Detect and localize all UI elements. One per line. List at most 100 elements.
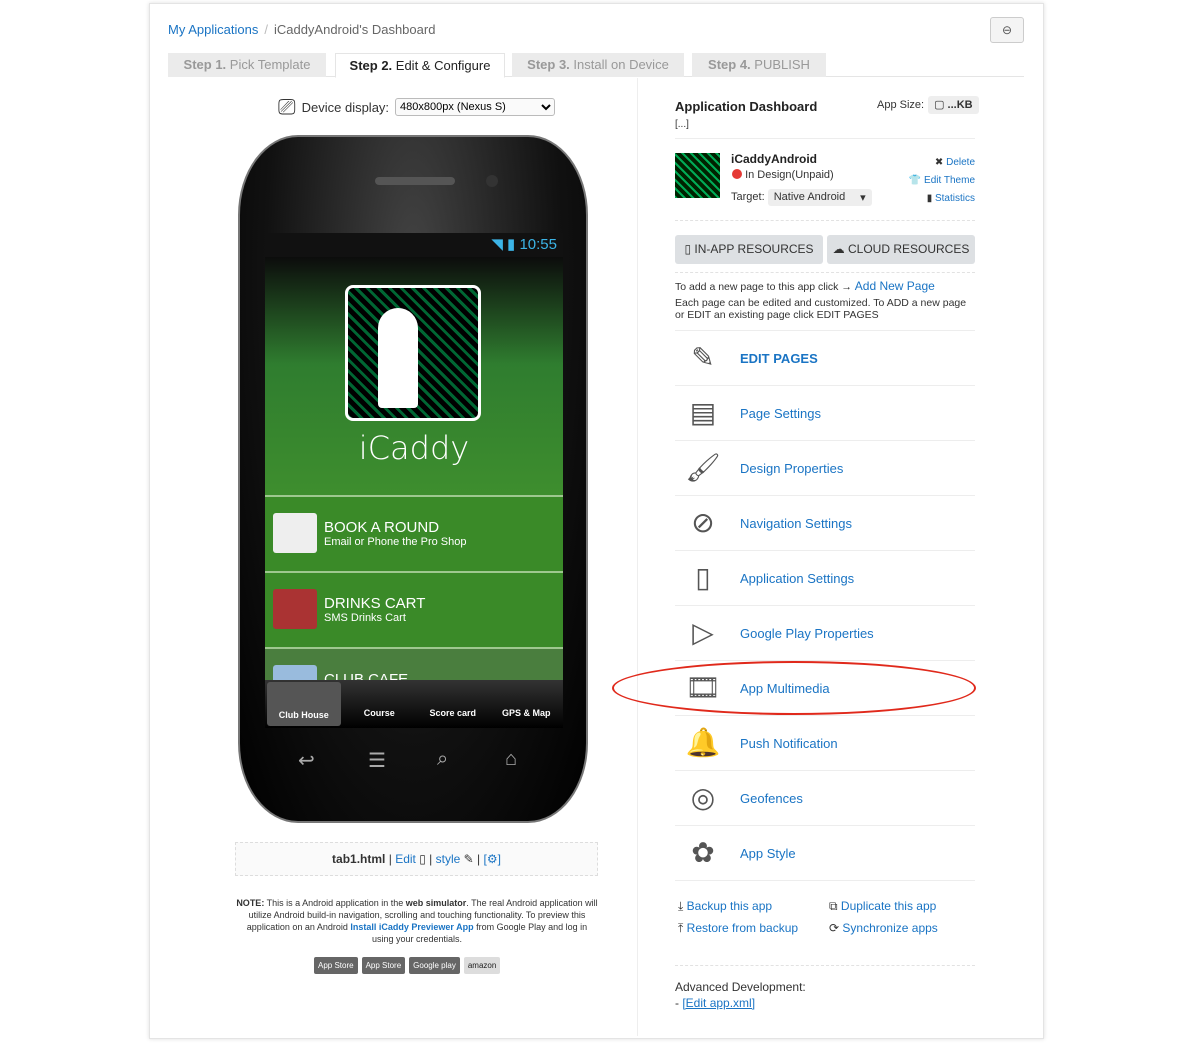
device-display-label: Device display: [301, 99, 390, 115]
speaker-grille [375, 177, 455, 185]
app-tools: ⧉ Duplicate this app ⟳ Synchronize apps [829, 895, 938, 939]
phone-tab-score-card[interactable]: Score card [416, 680, 490, 728]
breadcrumb-my-applications[interactable]: My Applications [168, 22, 258, 37]
sync-icon: ⟳ [829, 921, 840, 935]
breadcrumb: My Applications / iCaddyAndroid's Dashboar… [168, 22, 435, 37]
download-icon: ⤓ [678, 899, 684, 913]
cloud-icon: ☁ [832, 242, 845, 256]
tab-step-4[interactable]: Step 4. PUBLISH [692, 53, 826, 77]
status-text: In Design(Unpaid) [745, 169, 834, 181]
menu-item-push-notification[interactable]: 🔔 Push Notification [675, 716, 975, 771]
ipad-app-store-badge[interactable]: App Store [361, 957, 406, 974]
phone-tab-club-house[interactable]: Club House [267, 682, 341, 726]
backup-link[interactable]: Backup this app [687, 899, 772, 913]
menu-item-page-settings[interactable]: ▤ Page Settings [675, 386, 975, 441]
highlight-ellipse [612, 661, 976, 715]
menu-icon[interactable]: ☰ [368, 748, 386, 773]
home-icon[interactable]: ⌂ [505, 748, 517, 771]
back-icon[interactable]: ↩ [298, 748, 315, 773]
breadcrumb-current: iCaddyAndroid's Dashboard [273, 22, 436, 37]
pencil-icon: ✎ [691, 342, 715, 373]
geofence-icon: ◎ [690, 782, 716, 813]
app-thumbnail [675, 153, 720, 198]
breadcrumb-separator: / [264, 22, 268, 37]
edit-theme-link[interactable]: Edit Theme [924, 175, 975, 186]
synchronize-link[interactable]: Synchronize apps [842, 921, 937, 935]
google-play-badge[interactable]: Google play [409, 957, 460, 974]
note-bold: web simulator [405, 898, 467, 908]
wifi-battery-icon: ◥ ▮ [491, 236, 520, 253]
tab-label: Pick Template [229, 57, 311, 72]
tshirt-icon: 👕 [908, 175, 922, 186]
page-settings-icon: ▤ [689, 397, 717, 428]
phone-tab-gps-map[interactable]: GPS & Map [490, 680, 564, 728]
link-button[interactable]: ⊖ [990, 17, 1024, 43]
add-page-text: To add a new page to this app click → Ad… [675, 279, 975, 293]
iphone-app-store-badge[interactable]: App Store [314, 957, 358, 974]
upload-icon: ⤒ [678, 921, 684, 935]
in-app-resources-button[interactable]: ▯ IN-APP RESOURCES [675, 235, 823, 264]
tab-step-3[interactable]: Step 3. Install on Device [512, 53, 684, 77]
list-item[interactable]: BOOK A ROUND Email or Phone the Pro Shop [265, 495, 563, 571]
menu-item-design-properties[interactable]: 🖌 Design Properties [675, 441, 975, 496]
delete-link[interactable]: Delete [946, 157, 975, 168]
device-display: ⎚ Device display: 480x800px (Nexus S) [278, 94, 556, 120]
statistics-link[interactable]: Statistics [935, 193, 975, 204]
app-size-number: ...KB [947, 99, 973, 111]
tab-step-1[interactable]: Step 1. Pick Template [168, 53, 326, 77]
previewer-link[interactable]: Install iCaddy Previewer App [350, 922, 473, 932]
settings-link[interactable]: [⚙] [484, 852, 501, 866]
bell-icon: 🔔 [685, 727, 721, 758]
advanced-development-label: Advanced Development: [675, 980, 806, 994]
tab-step-number: Step 3. [527, 57, 570, 72]
device-select[interactable]: 480x800px (Nexus S) [395, 98, 556, 116]
step-tabs: Step 1. Pick Template Step 2. Edit & Con… [168, 53, 1024, 78]
tab-step-number: Step 4. [708, 57, 751, 72]
duplicate-link[interactable]: Duplicate this app [841, 899, 936, 913]
add-new-page-link[interactable]: Add New Page [855, 279, 935, 293]
target-select[interactable]: Native Android ▾ [767, 189, 872, 206]
edit-app-xml-link[interactable]: [Edit app.xml] [682, 996, 755, 1010]
menu-item-label: Design Properties [740, 460, 844, 476]
phone-tab-course[interactable]: Course [343, 680, 417, 728]
target-row: Target: Native Android ▾ [731, 189, 872, 206]
menu-item-app-style[interactable]: ✿ App Style [675, 826, 975, 881]
store-badges: App Store App Store Google play amazon [314, 957, 501, 974]
tab-step-2[interactable]: Step 2. Edit & Configure [335, 53, 505, 78]
button-label: CLOUD RESOURCES [847, 242, 970, 256]
cloud-resources-button[interactable]: ☁ CLOUD RESOURCES [827, 235, 975, 264]
search-icon[interactable]: ⌕ [437, 748, 448, 771]
rotate-device-icon[interactable]: ⎚ [278, 94, 296, 120]
style-link[interactable]: style [436, 852, 461, 866]
restore-link[interactable]: Restore from backup [687, 921, 798, 935]
chevron-down-icon: ▾ [860, 192, 866, 204]
phone-gear-icon: ▯ [695, 562, 711, 593]
app-title: iCaddy [358, 429, 470, 467]
menu-item-label: EDIT PAGES [740, 350, 818, 366]
duplicate-icon: ⧉ [829, 899, 838, 913]
app-status: In Design(Unpaid) [732, 169, 834, 181]
menu-item-application-settings[interactable]: ▯ Application Settings [675, 551, 975, 606]
status-dot [732, 169, 742, 179]
menu-item-edit-pages[interactable]: ✎ EDIT PAGES [675, 331, 975, 386]
phone-screen: ◥ ▮ 10:55 iCaddy BOOK A ROUND Email or Ph… [265, 233, 563, 728]
menu-item-google-play-properties[interactable]: ▷ Google Play Properties [675, 606, 975, 661]
tab-label: PUBLISH [754, 57, 810, 72]
list-item[interactable]: DRINKS CART SMS Drinks Cart [265, 571, 563, 647]
app-name: iCaddyAndroid [731, 152, 817, 166]
close-icon: ✖ [934, 157, 944, 168]
golfer-logo [345, 285, 481, 421]
column-divider [637, 78, 638, 1036]
menu-item-navigation-settings[interactable]: ⊘ Navigation Settings [675, 496, 975, 551]
tab-step-number: Step 1. [183, 57, 227, 72]
menu-item-label: Navigation Settings [740, 515, 853, 531]
app-actions: ✖ Delete 👕 Edit Theme ▮ Statistics [909, 154, 975, 208]
clock: 10:55 [519, 236, 557, 253]
divider [675, 138, 975, 139]
menu-item-geofences[interactable]: ◎ Geofences [675, 771, 975, 826]
bar-chart-icon: ▮ [926, 193, 933, 204]
target-value: Native Android [773, 191, 846, 203]
menu-item-label: Push Notification [740, 735, 838, 751]
edit-link[interactable]: Edit [395, 852, 416, 866]
amazon-badge[interactable]: amazon [463, 957, 501, 974]
